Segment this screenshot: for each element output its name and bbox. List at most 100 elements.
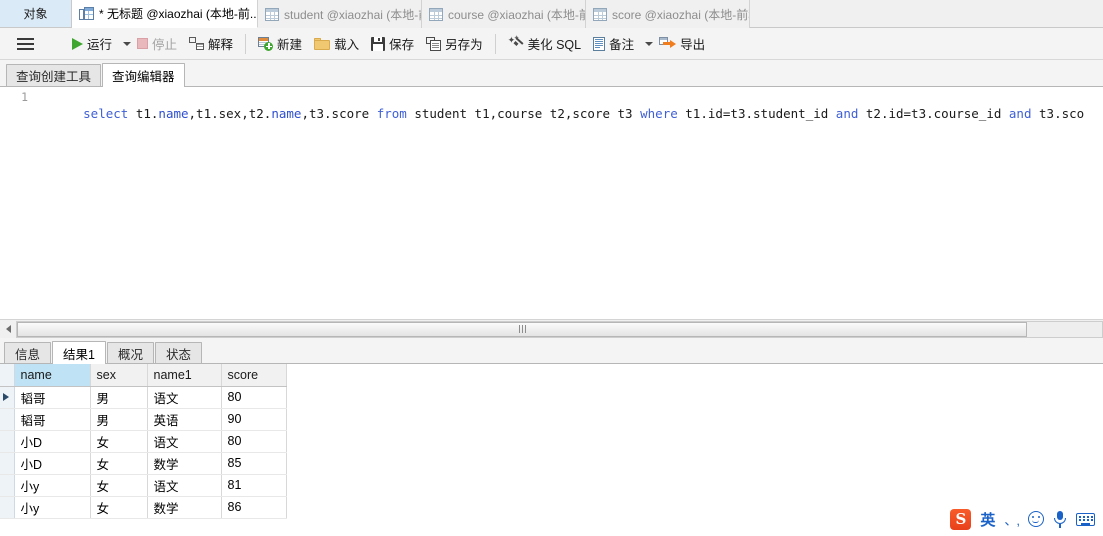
sql-seg: t2.id=t3.course_id (865, 106, 1009, 121)
cell-sex[interactable]: 女 (90, 452, 148, 475)
tab-result-1[interactable]: 结果1 (52, 341, 106, 364)
table-row[interactable]: 小y 女 语文 81 (0, 474, 287, 497)
cell-name[interactable]: 小y (14, 496, 91, 519)
cell-sex[interactable]: 男 (90, 386, 148, 409)
query-icon (79, 7, 94, 20)
object-tab[interactable]: 对象 (0, 0, 72, 27)
cell-score[interactable]: 80 (221, 386, 287, 409)
save-as-button[interactable]: 另存为 (421, 32, 488, 56)
cell-score[interactable]: 80 (221, 430, 287, 453)
cell-name[interactable]: 小D (14, 452, 91, 475)
cell-name[interactable]: 小D (14, 430, 91, 453)
punctuation-toggle-icon[interactable]: 、, (1004, 510, 1020, 529)
cell-name1[interactable]: 语文 (147, 430, 222, 453)
column-header-sex[interactable]: sex (90, 364, 148, 387)
emoji-icon[interactable] (1028, 511, 1044, 527)
save-as-icon (426, 36, 442, 51)
load-button[interactable]: 载入 (309, 32, 364, 56)
document-tab-untitled-query[interactable]: * 无标题 @xiaozhai (本地-前... (72, 0, 258, 28)
hamburger-icon[interactable] (8, 37, 42, 50)
table-row[interactable]: 小D 女 数学 85 (0, 452, 287, 475)
query-toolbar: 运行 停止 解释 新建 载入 保存 另存为 ✦ 美化 SQL 备注 导出 (0, 28, 1103, 60)
cell-name1[interactable]: 语文 (147, 386, 222, 409)
sql-seg: ,t3.score (301, 106, 377, 121)
sql-seg: from (376, 106, 415, 121)
column-header-score[interactable]: score (221, 364, 287, 387)
beautify-sql-button[interactable]: ✦ ✦ 美化 SQL (503, 32, 587, 56)
cell-name[interactable]: 小y (14, 474, 91, 497)
sogou-logo-icon[interactable]: S (950, 508, 972, 530)
cell-name[interactable]: 韬哥 (14, 408, 91, 431)
table-row[interactable]: 韬哥 男 英语 90 (0, 408, 287, 431)
row-header[interactable] (0, 452, 15, 475)
sql-seg: name (271, 106, 302, 121)
table-row[interactable]: 韬哥 男 语文 80 (0, 386, 287, 409)
cell-score[interactable]: 86 (221, 496, 287, 519)
table-icon (265, 7, 279, 21)
cell-score[interactable]: 81 (221, 474, 287, 497)
row-header[interactable] (0, 430, 15, 453)
cell-name1[interactable]: 语文 (147, 474, 222, 497)
editor-horizontal-scrollbar[interactable] (0, 319, 1103, 338)
sql-seg: select (83, 106, 136, 121)
sql-seg: t3.sco (1039, 106, 1085, 121)
ime-mode-toggle[interactable]: 英 (980, 509, 995, 530)
note-dropdown-caret-icon[interactable] (645, 41, 654, 46)
column-header-name[interactable]: name (14, 364, 91, 387)
row-header-corner (0, 364, 15, 387)
cell-name1[interactable]: 数学 (147, 496, 222, 519)
cell-sex[interactable]: 女 (90, 430, 148, 453)
tab-messages[interactable]: 信息 (4, 342, 52, 363)
new-button[interactable]: 新建 (253, 32, 307, 56)
save-button[interactable]: 保存 (366, 32, 419, 56)
cell-sex[interactable]: 女 (90, 496, 148, 519)
cell-sex[interactable]: 男 (90, 408, 148, 431)
toolbar-separator (245, 33, 247, 54)
explain-button[interactable]: 解释 (184, 32, 238, 56)
line-number-gutter: 1 (0, 87, 34, 319)
result-tab-bar: 信息 结果1 概况 状态 (0, 338, 1103, 364)
scroll-left-arrow-icon[interactable] (0, 321, 16, 338)
tab-query-builder[interactable]: 查询创建工具 (6, 64, 102, 86)
tab-query-editor[interactable]: 查询编辑器 (102, 63, 185, 87)
run-button[interactable]: 运行 (67, 32, 117, 56)
sql-seg: t1.id=t3.student_id (685, 106, 836, 121)
document-tab-course[interactable]: course @xiaozhai (本地-前程... (422, 0, 586, 28)
table-row[interactable]: 小y 女 数学 86 (0, 496, 287, 519)
run-dropdown-caret-icon[interactable] (123, 41, 132, 46)
tab-status[interactable]: 状态 (154, 342, 202, 363)
stop-label: 停止 (152, 38, 178, 52)
soft-keyboard-icon[interactable] (1076, 512, 1095, 526)
scrollbar-thumb[interactable] (17, 321, 1027, 337)
cell-name1[interactable]: 数学 (147, 452, 222, 475)
tab-profile[interactable]: 概况 (106, 342, 154, 363)
sql-code-line[interactable]: select t1.name,t1.sex,t2.name,t3.score f… (38, 90, 1084, 138)
tab-query-builder-label: 查询创建工具 (16, 70, 92, 84)
row-header[interactable] (0, 496, 15, 519)
table-row[interactable]: 小D 女 语文 80 (0, 430, 287, 453)
row-header[interactable] (0, 474, 15, 497)
floppy-disk-icon (371, 36, 386, 51)
document-tab-score[interactable]: score @xiaozhai (本地-前程... (586, 0, 750, 28)
row-header[interactable] (0, 408, 15, 431)
cell-score[interactable]: 85 (221, 452, 287, 475)
export-button[interactable]: 导出 (654, 32, 710, 56)
cell-name1[interactable]: 英语 (147, 408, 222, 431)
scrollbar-track[interactable] (16, 320, 1103, 338)
cell-name[interactable]: 韬哥 (14, 386, 91, 409)
stop-button[interactable]: 停止 (132, 32, 182, 56)
save-label: 保存 (389, 38, 415, 52)
row-header-current[interactable] (0, 386, 15, 409)
cell-sex[interactable]: 女 (90, 474, 148, 497)
sql-editor[interactable]: 1 select t1.name,t1.sex,t2.name,t3.score… (0, 87, 1103, 319)
cell-score[interactable]: 90 (221, 408, 287, 431)
note-button[interactable]: 备注 (588, 32, 639, 56)
result-grid[interactable]: name sex name1 score 韬哥 男 语文 80 韬哥 男 英语 … (0, 364, 1103, 536)
column-header-name1[interactable]: name1 (147, 364, 222, 387)
microphone-icon[interactable] (1053, 510, 1067, 528)
document-tab-student[interactable]: student @xiaozhai (本地-前... (258, 0, 422, 28)
sogou-ime-toolbar: S 英 、, (950, 507, 1095, 531)
play-icon (72, 37, 83, 50)
table-header-row: name sex name1 score (0, 364, 287, 387)
toolbar-separator (494, 33, 496, 54)
